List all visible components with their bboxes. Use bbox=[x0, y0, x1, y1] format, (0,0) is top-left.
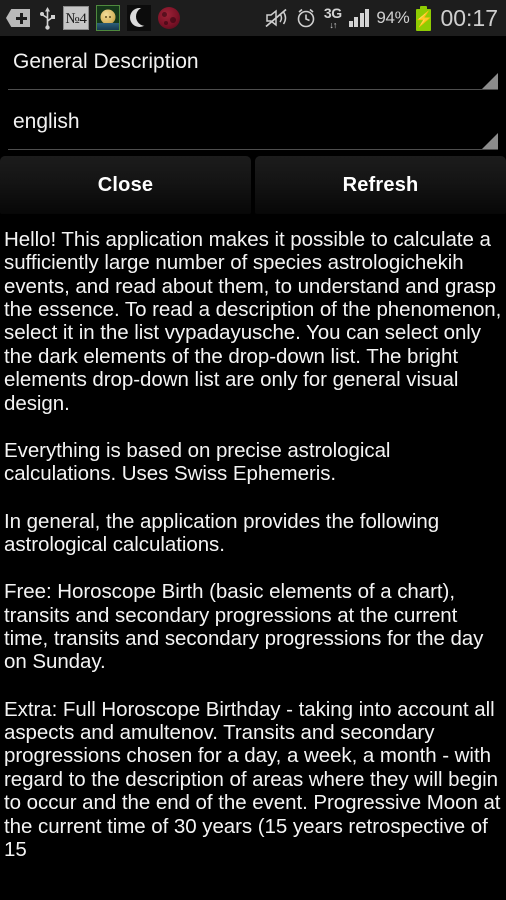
status-bar: №4 3G ↓↑ 94% ⚡ 00:17 bbox=[0, 0, 506, 36]
status-bar-left-icons: №4 bbox=[6, 5, 180, 31]
number-badge-icon: №4 bbox=[63, 6, 89, 30]
alarm-clock-icon bbox=[295, 7, 317, 29]
network-traffic-arrows: ↓↑ bbox=[329, 20, 337, 30]
usb-icon bbox=[39, 6, 56, 30]
crescent-moon-icon bbox=[127, 5, 151, 31]
red-moon-icon bbox=[158, 7, 180, 29]
status-bar-clock: 00:17 bbox=[440, 4, 498, 31]
description-paragraph: In general, the application provides the… bbox=[4, 509, 440, 556]
chevron-down-icon bbox=[482, 133, 498, 149]
battery-percent-label: 94% bbox=[376, 8, 410, 27]
spinner-underline bbox=[8, 89, 498, 90]
volume-mute-icon bbox=[264, 7, 288, 29]
close-button[interactable]: Close bbox=[0, 156, 251, 214]
network-type-label: 3G bbox=[323, 5, 342, 21]
description-paragraph: Extra: Full Horoscope Birthday - taking … bbox=[4, 697, 501, 861]
description-paragraph: Free: Horoscope Birth (basic elements of… bbox=[4, 580, 484, 674]
refresh-button[interactable]: Refresh bbox=[255, 156, 506, 214]
language-spinner[interactable]: english bbox=[0, 96, 506, 156]
category-spinner[interactable]: General Description bbox=[0, 36, 506, 96]
add-tag-icon bbox=[6, 7, 32, 29]
signal-strength-icon bbox=[348, 9, 370, 27]
description-paragraph: Everything is based on precise astrologi… bbox=[4, 438, 391, 486]
network-type-icon: 3G ↓↑ bbox=[324, 6, 342, 30]
battery-charging-icon: ⚡ bbox=[415, 5, 433, 31]
description-paragraph: Hello! This application makes it possibl… bbox=[4, 228, 502, 415]
status-bar-right-icons: 3G ↓↑ 94% ⚡ 00:17 bbox=[264, 5, 498, 32]
sun-face-icon bbox=[96, 5, 120, 31]
chevron-down-icon bbox=[482, 73, 498, 89]
action-button-row: Close Refresh bbox=[0, 156, 506, 214]
spinner-underline bbox=[8, 149, 498, 150]
language-spinner-value: english bbox=[13, 110, 80, 133]
description-text-area[interactable]: Hello! This application makes it possibl… bbox=[0, 214, 506, 861]
category-spinner-value: General Description bbox=[13, 50, 199, 73]
